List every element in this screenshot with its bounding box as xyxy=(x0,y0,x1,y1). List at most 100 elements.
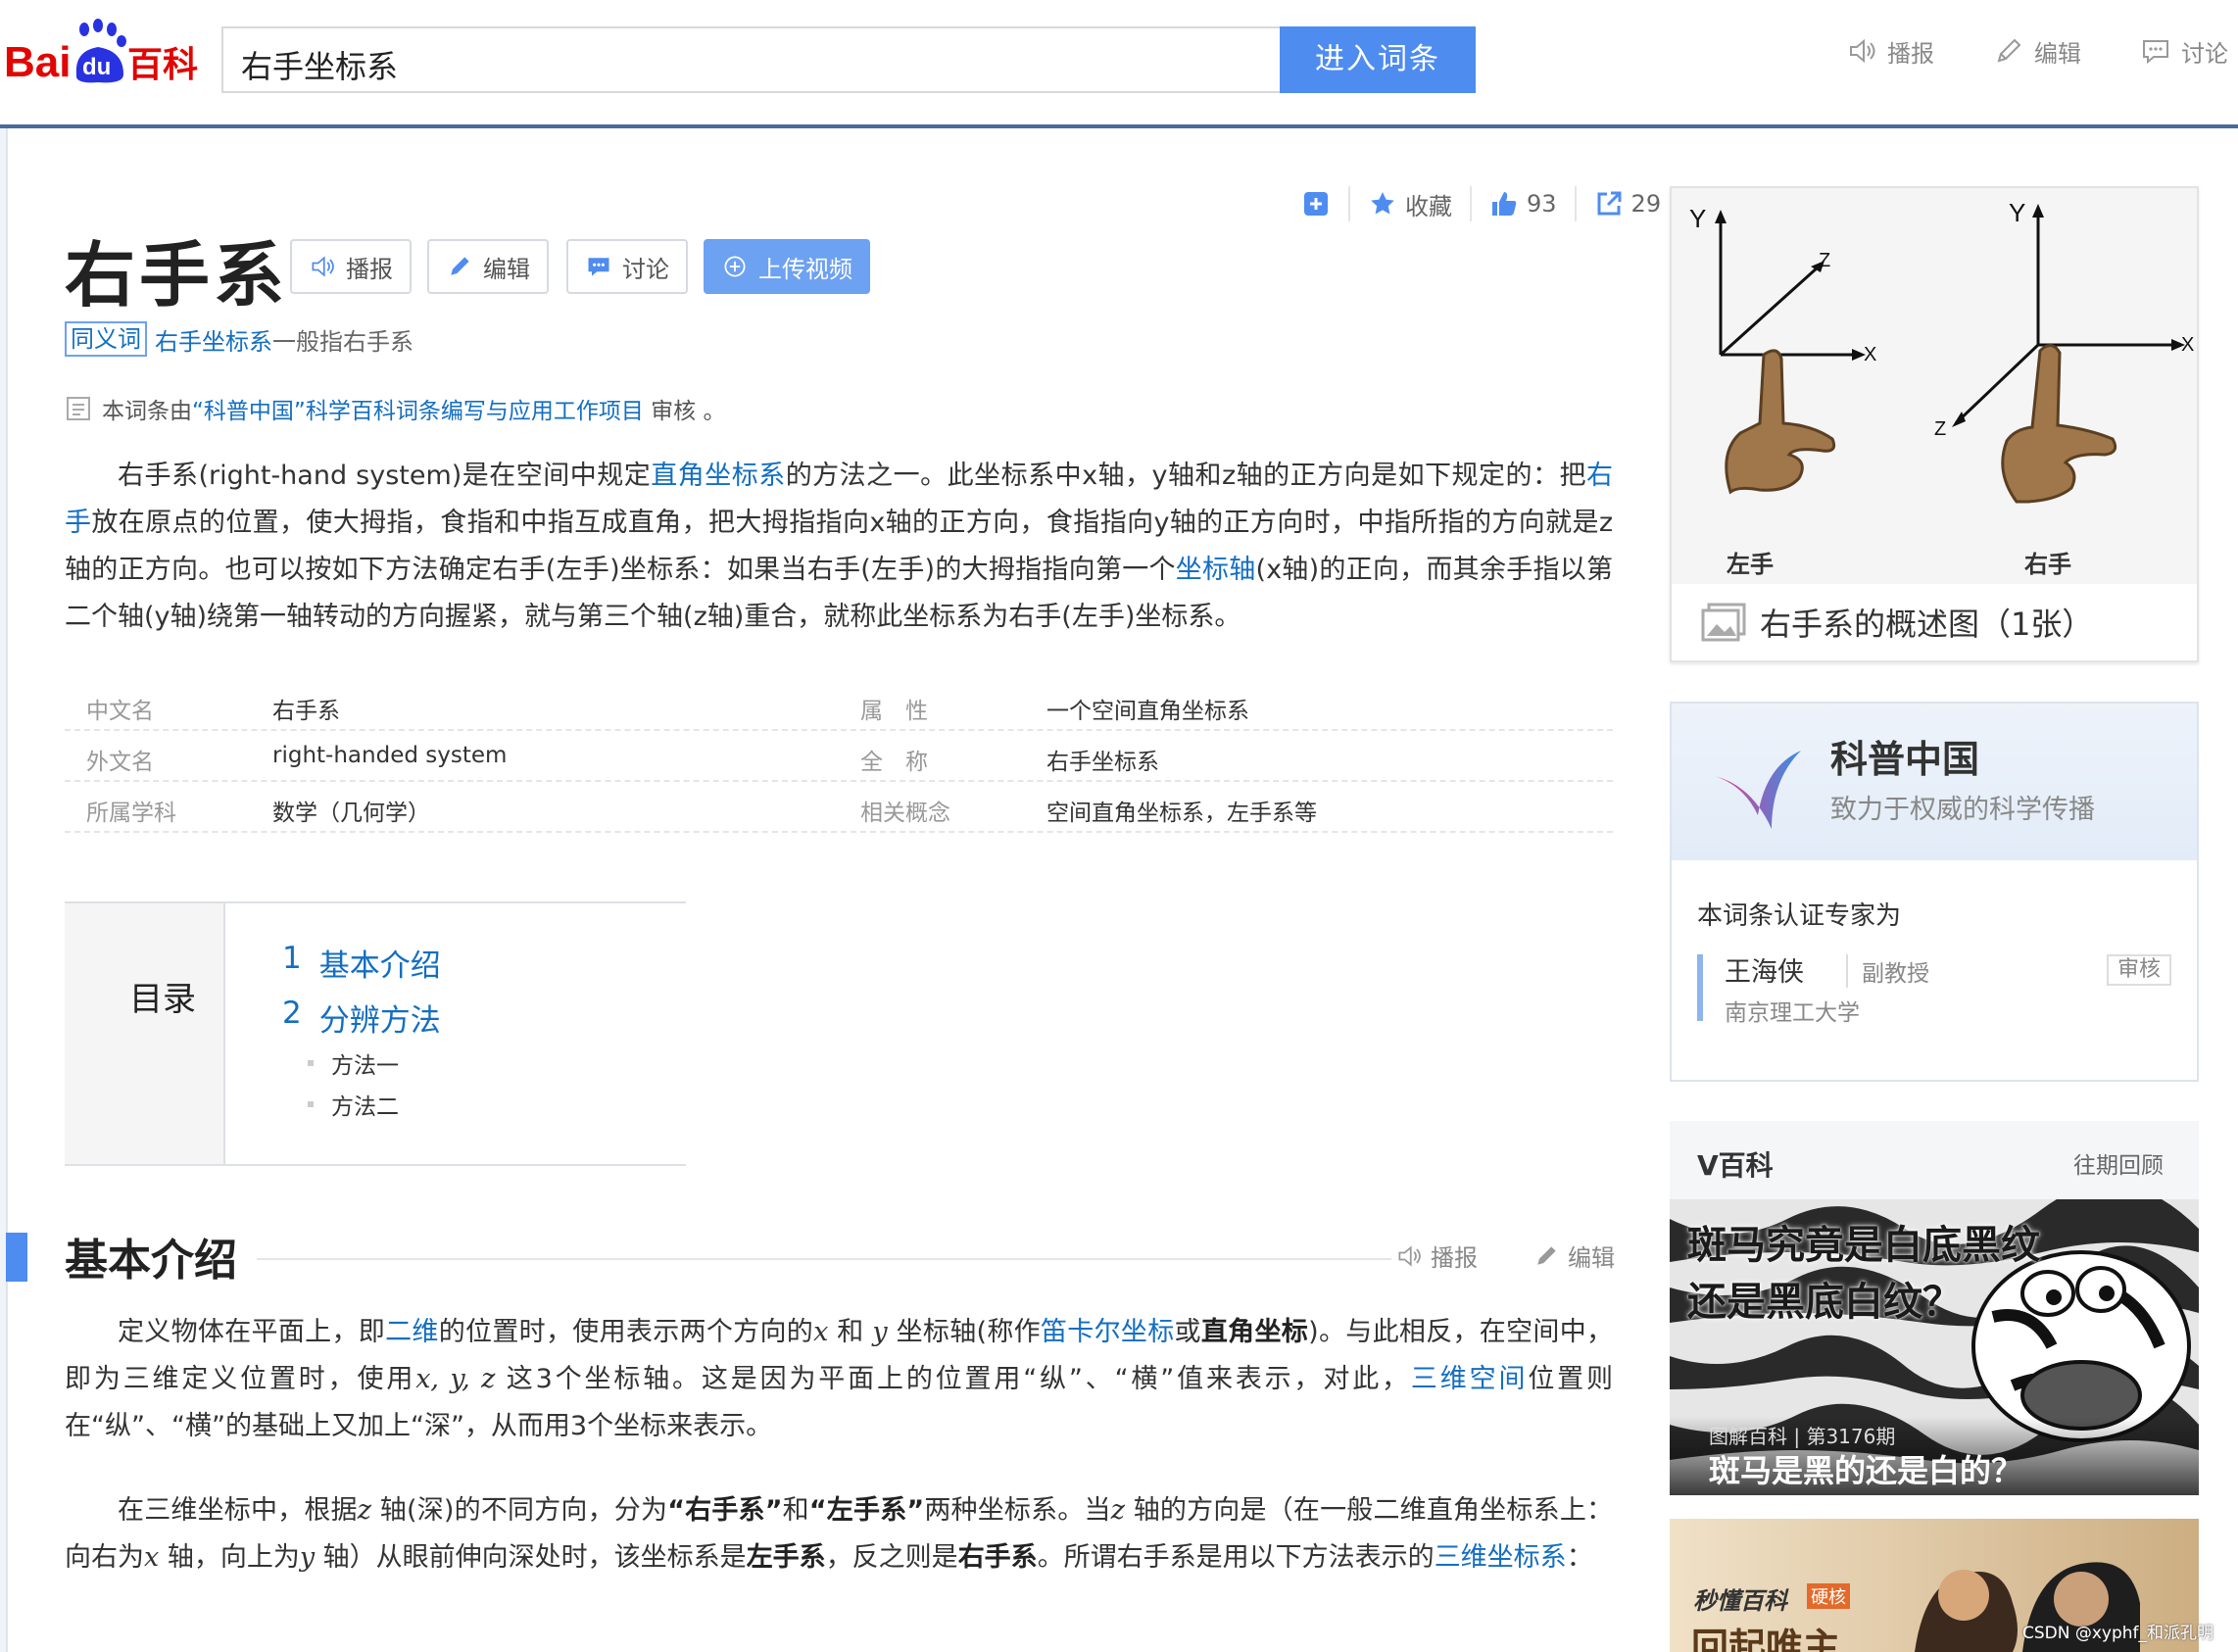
album-image[interactable]: Y Z X Y Z X 左手 右手 xyxy=(1672,188,2197,584)
expert-name[interactable]: 王海侠 xyxy=(1725,950,1804,989)
share-button[interactable]: 29 xyxy=(1574,186,1679,221)
right-hand-icon xyxy=(2001,344,2117,504)
logo-text-du: du xyxy=(82,54,111,80)
section-marker xyxy=(6,1233,27,1282)
poster-subtitle: 斑马是黑的还是白的？ xyxy=(1709,1452,2023,1489)
top-broadcast-button[interactable]: 播报 xyxy=(1846,33,1934,69)
zebra-cartoon-icon xyxy=(1971,1250,2191,1442)
broadcast-label: 播报 xyxy=(346,255,393,283)
v-baike-title: V百科 xyxy=(1697,1149,1774,1182)
past-episodes-link[interactable]: 往期回顾 xyxy=(2073,1146,2164,1180)
link-2d[interactable]: 二维 xyxy=(385,1317,439,1347)
top-discuss-button[interactable]: 讨论 xyxy=(2140,33,2228,69)
synonym-link[interactable]: 右手坐标系 xyxy=(155,322,272,357)
top-broadcast-label: 播报 xyxy=(1887,39,1934,68)
catalog: 目录 1 基本介绍 2 分辨方法 方法一 方法二 xyxy=(65,901,686,1166)
comment-icon xyxy=(588,258,609,276)
speaker-icon xyxy=(1398,1244,1421,1267)
link-3d-coordinate[interactable]: 三维坐标系 xyxy=(1435,1542,1567,1573)
link-axis[interactable]: 坐标轴 xyxy=(1176,555,1256,585)
broadcast-button[interactable]: 播报 xyxy=(290,239,412,294)
watermark: CSDN @xyphf_和派孔明 xyxy=(2022,1624,2214,1643)
poster-title-line2: 还是黑底白纹？ xyxy=(1687,1280,1962,1325)
speaker-icon xyxy=(1850,38,1875,64)
kepu-logo-icon xyxy=(1715,751,1801,829)
document-icon xyxy=(67,397,90,420)
review-project-link[interactable]: “科普中国”科学百科词条编写与应用工作项目 xyxy=(192,399,644,424)
synonym-note: 一般指右手系 xyxy=(272,327,414,356)
axis-label-x-left: X xyxy=(1864,344,1876,365)
baidu-baike-logo[interactable]: Bai du 百科 xyxy=(4,18,206,88)
expert-school: 南京理工大学 xyxy=(1725,1000,1860,1026)
table-row: 中文名 右手系 属 性 一个空间直角坐标系 xyxy=(65,680,1613,731)
logo-text-bai: Bai xyxy=(4,38,71,86)
album-card[interactable]: Y Z X Y Z X 左手 右手 右手系的概述图（1张） xyxy=(1670,186,2199,662)
catalog-label: 目录 xyxy=(129,980,196,1019)
top-bar: Bai du 百科 右手坐标系 进入词条 播报 编辑 讨论 xyxy=(0,0,2238,128)
v-baike-header: V百科 往期回顾 xyxy=(1670,1121,2199,1199)
like-count: 93 xyxy=(1527,190,1557,218)
top-edit-label: 编辑 xyxy=(2034,39,2081,68)
axis-label-x-right: X xyxy=(2181,334,2194,356)
right-hand-label: 右手 xyxy=(2024,551,2071,578)
pencil-icon xyxy=(451,257,469,275)
section-broadcast-button[interactable]: 播报 xyxy=(1395,1239,1478,1273)
poster2-title: 回起唯主 xyxy=(1691,1626,1841,1652)
review-prefix: 本词条由 xyxy=(102,399,192,424)
discuss-button[interactable]: 讨论 xyxy=(566,239,688,294)
favorite-label: 收藏 xyxy=(1405,192,1452,220)
left-hand-icon xyxy=(1725,349,1836,495)
v-baike-poster[interactable]: 斑马究竟是白底黑纹 还是黑底白纹？ 图解百科 | 第3176期 斑马是黑的还是白… xyxy=(1670,1199,2199,1495)
album-caption[interactable]: 右手系的概述图（1张） xyxy=(1701,600,2093,645)
top-edit-button[interactable]: 编辑 xyxy=(1993,33,2081,69)
axis-label-y-right: Y xyxy=(2009,198,2025,227)
table-row: 外文名 right-handed system 全 称 右手坐标系 xyxy=(65,731,1613,782)
axis-label-z-right: Z xyxy=(1934,418,1946,440)
enter-entry-button[interactable]: 进入词条 xyxy=(1280,26,1476,93)
edit-button[interactable]: 编辑 xyxy=(427,239,549,294)
share-count: 29 xyxy=(1630,190,1662,218)
table-row: 所属学科 数学（几何学） 相关概念 空间直角坐标系，左手系等 xyxy=(65,782,1613,833)
link-cartesian[interactable]: 笛卡尔坐标 xyxy=(1041,1317,1175,1347)
thumbs-up-icon xyxy=(1492,192,1517,216)
poster2-logo: 秒懂百科 xyxy=(1693,1587,1787,1615)
section-paragraph: 在三维坐标中，根据z 轴(深)的不同方向，分为“右手系”和“左手系”两种坐标系。… xyxy=(65,1495,1614,1573)
upload-video-button[interactable]: 上传视频 xyxy=(704,239,870,294)
catalog-subitem-method-2[interactable]: 方法二 xyxy=(308,1088,399,1121)
like-button[interactable]: 93 xyxy=(1470,186,1575,221)
poster2-tag: 硬核 xyxy=(1807,1583,1850,1609)
expert-cert-label: 本词条认证专家为 xyxy=(1697,901,1902,931)
star-icon xyxy=(1371,192,1394,215)
link-cartesian-system[interactable]: 直角坐标系 xyxy=(651,461,785,491)
catalog-item-methods[interactable]: 2 分辨方法 xyxy=(282,996,441,1040)
review-suffix: 审核 。 xyxy=(643,399,726,424)
v-baike-card: V百科 往期回顾 斑马究竟是白底黑纹 还是黑底白纹？ 图解百科 | 第3176期… xyxy=(1670,1121,2199,1652)
catalog-subitem-method-1[interactable]: 方法一 xyxy=(308,1046,399,1080)
poster-episode: 图解百科 | 第3176期 xyxy=(1709,1425,1896,1448)
add-button[interactable] xyxy=(1301,186,1348,221)
lemma-meta-tools: 收藏 93 29 xyxy=(1301,186,1678,221)
favorite-button[interactable]: 收藏 xyxy=(1348,186,1470,221)
plus-square-icon xyxy=(1304,192,1328,216)
kepu-header[interactable]: 科普中国 致力于权威的科学传播 xyxy=(1672,704,2197,860)
logo-text-baike: 百科 xyxy=(127,45,198,85)
link-3d-space[interactable]: 三维空间 xyxy=(1411,1364,1528,1394)
plus-circle-icon xyxy=(724,256,746,277)
search-input-value: 右手坐标系 xyxy=(241,48,399,85)
basic-info-table: 中文名 右手系 属 性 一个空间直角坐标系 外文名 right-handed s… xyxy=(65,680,1613,833)
pencil-icon xyxy=(1997,38,2021,63)
poster-title-line1: 斑马究竟是白底黑纹 xyxy=(1687,1223,2040,1268)
top-discuss-label: 讨论 xyxy=(2181,39,2228,68)
section-edit-button[interactable]: 编辑 xyxy=(1533,1239,1615,1273)
synonym-tag: 同义词 xyxy=(65,321,147,357)
discuss-label: 讨论 xyxy=(622,255,669,283)
share-icon xyxy=(1597,191,1622,216)
pencil-icon xyxy=(1537,1245,1556,1265)
upload-video-label: 上传视频 xyxy=(758,255,852,283)
speaker-icon xyxy=(312,256,334,277)
edit-label: 编辑 xyxy=(483,255,530,283)
catalog-item-basic-intro[interactable]: 1 基本介绍 xyxy=(282,941,441,985)
search-input[interactable]: 右手坐标系 xyxy=(221,26,1280,93)
header-divider xyxy=(0,124,2238,128)
gallery-icon xyxy=(1701,603,1746,642)
